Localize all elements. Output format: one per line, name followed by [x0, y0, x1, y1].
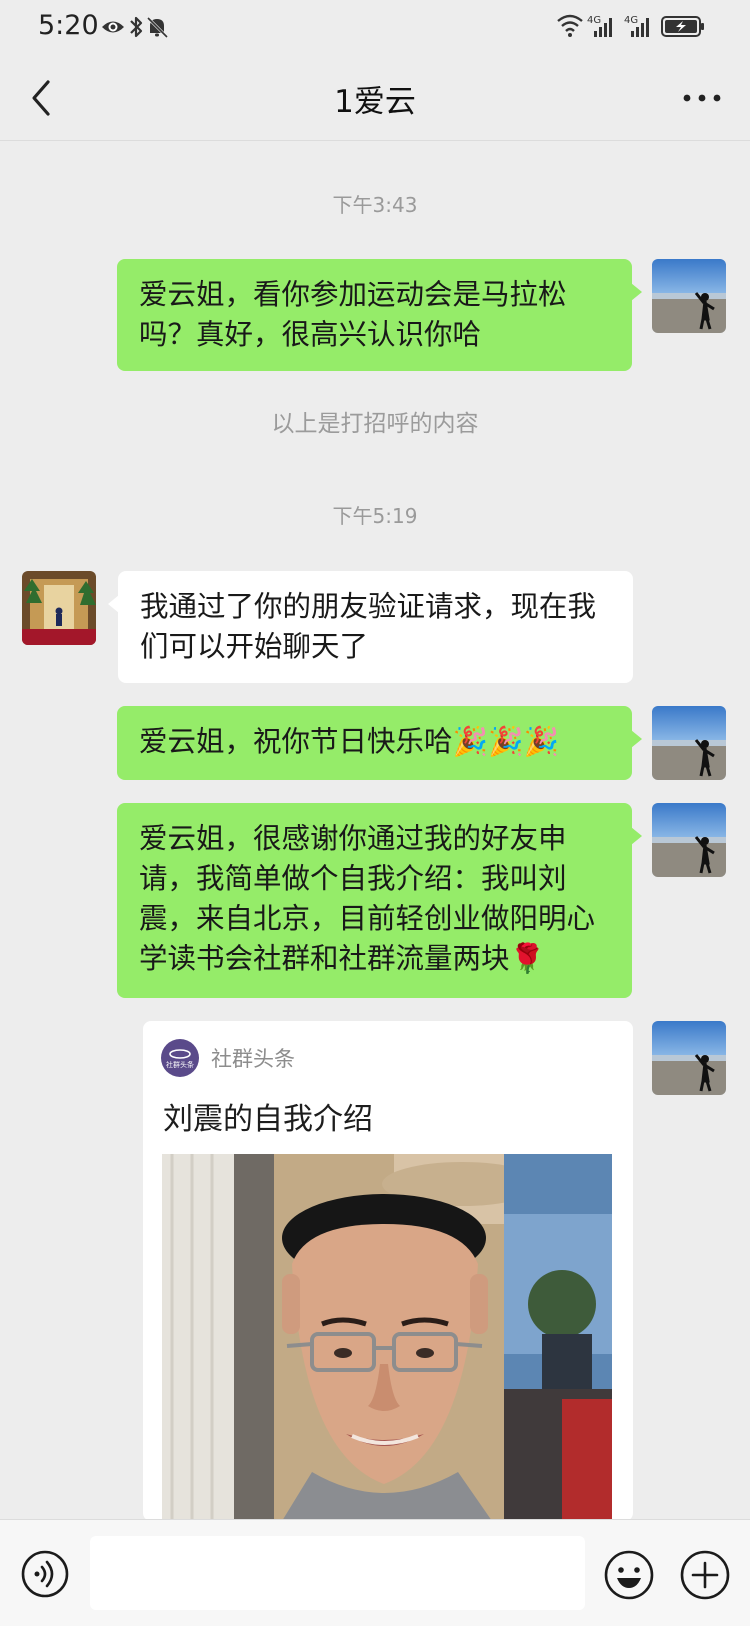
- svg-text:社群头条: 社群头条: [166, 1060, 194, 1069]
- status-time: 5:20: [38, 10, 99, 41]
- avatar[interactable]: [652, 706, 726, 780]
- more-dots-icon[interactable]: [674, 74, 730, 122]
- sent-message[interactable]: 爱云姐，看你参加运动会是马拉松吗？真好，很高兴认识你哈: [117, 259, 642, 371]
- sent-message[interactable]: 爱云姐，很感谢你通过我的好友申请，我简单做个自我介绍：我叫刘震，来自北京，目前轻…: [117, 803, 642, 998]
- avatar[interactable]: [652, 1021, 726, 1095]
- mute-bell-icon: [146, 16, 169, 39]
- status-right-icons: 4G 4G: [557, 14, 704, 37]
- system-note: 以上是打招呼的内容: [271, 411, 479, 437]
- card-title: 刘震的自我介绍: [163, 1102, 373, 1137]
- signal-4g-icon: 4G: [587, 15, 612, 37]
- chat-title: 1爱云: [334, 84, 416, 120]
- network-label-1: 4G: [587, 15, 601, 26]
- network-label-2: 4G: [624, 15, 638, 26]
- timestamp: 下午5:19: [332, 504, 418, 528]
- signal-4g-icon: 4G: [624, 15, 649, 37]
- avatar[interactable]: [22, 571, 96, 645]
- timestamp: 下午3:43: [332, 193, 418, 217]
- avatar[interactable]: [652, 803, 726, 877]
- voice-icon[interactable]: [20, 1549, 70, 1599]
- sent-message[interactable]: 爱云姐，祝你节日快乐哈🎉🎉🎉: [117, 706, 642, 780]
- input-bar: [0, 1519, 750, 1626]
- eye-icon: [102, 21, 124, 33]
- chat-header: 1爱云: [0, 56, 750, 141]
- plus-icon[interactable]: [679, 1549, 731, 1601]
- bluetooth-icon: [130, 16, 143, 38]
- card-source: 社群头条: [211, 1047, 295, 1071]
- battery-charging-icon: [661, 16, 704, 37]
- emoji-icon[interactable]: [603, 1549, 655, 1601]
- received-message[interactable]: 我通过了你的朋友验证请求，现在我们可以开始聊天了: [108, 571, 633, 683]
- avatar[interactable]: [652, 259, 726, 333]
- status-bar: 5:20 4G 4G: [0, 0, 750, 56]
- source-logo: 社群头条: [161, 1039, 199, 1077]
- card-thumbnail: [162, 1154, 612, 1521]
- message-input[interactable]: [90, 1536, 585, 1610]
- article-card[interactable]: 社群头条 社群头条 刘震的自我介绍: [143, 1021, 633, 1521]
- wifi-icon: [557, 14, 583, 37]
- status-left-icons: [102, 16, 169, 39]
